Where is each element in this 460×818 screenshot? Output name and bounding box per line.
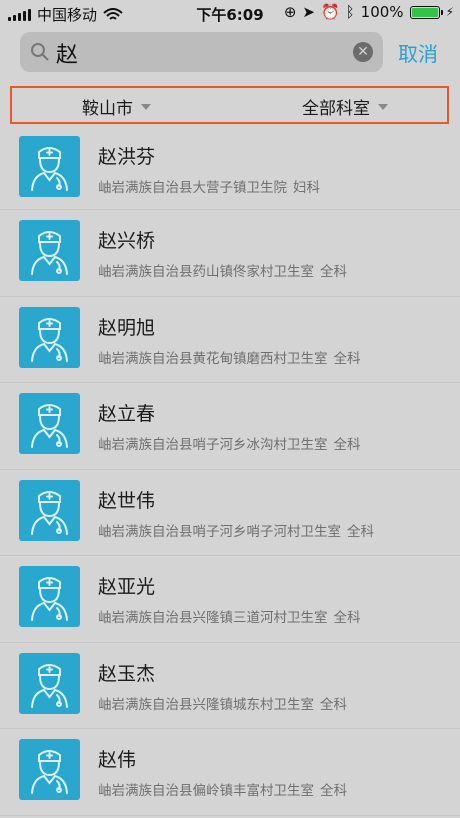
clear-icon[interactable]: ✕ — [353, 42, 373, 62]
doctor-row[interactable]: 赵兴桥 岫岩满族自治县药山镇佟家村卫生室 全科 — [0, 210, 460, 297]
doctor-info: 岫岩满族自治县哨子河乡哨子河村卫生室 全科 — [98, 520, 374, 540]
doctor-info: 岫岩满族自治县黄花甸镇磨西村卫生室 全科 — [98, 347, 361, 367]
doctor-icon — [31, 663, 68, 708]
doctor-avatar — [19, 566, 80, 627]
battery-fill — [411, 7, 438, 17]
doctor-name: 赵世伟 — [98, 489, 156, 512]
doctor-hospital: 岫岩满族自治县大营子镇卫生院 — [98, 180, 287, 196]
bluetooth-icon: ᛒ — [345, 3, 355, 21]
doctor-avatar — [19, 393, 80, 454]
doctor-avatar — [19, 652, 80, 714]
doctor-row[interactable]: 赵洪芬 岫岩满族自治县大营子镇卫生院 妇科 — [0, 126, 460, 210]
doctor-row[interactable]: 赵明旭 岫岩满族自治县黄花甸镇磨西村卫生室 全科 — [0, 297, 460, 383]
department-filter[interactable]: 全部科室 — [302, 94, 388, 119]
doctor-department: 全科 — [320, 264, 347, 280]
doctor-name: 赵亚光 — [98, 576, 156, 598]
doctor-icon — [31, 317, 68, 362]
doctor-info: 岫岩满族自治县哨子河乡冰沟村卫生室 全科 — [98, 433, 361, 453]
doctor-hospital: 岫岩满族自治县哨子河乡哨子河村卫生室 — [98, 523, 341, 540]
doctor-name: 赵玉杰 — [98, 662, 156, 685]
doctor-row[interactable]: 赵世伟 岫岩满族自治县哨子河乡哨子河村卫生室 全科 — [0, 470, 460, 556]
alarm-icon: ⏰ — [320, 3, 340, 21]
filter-bar: 鞍山市 全部科室 — [10, 86, 449, 124]
doctor-avatar — [19, 220, 80, 281]
doctor-hospital: 岫岩满族自治县兴隆镇三道河村卫生室 — [98, 610, 328, 626]
doctor-avatar — [19, 739, 80, 800]
doctor-info: 岫岩满族自治县大营子镇卫生院 妇科 — [98, 176, 320, 196]
doctor-icon — [31, 404, 68, 448]
doctor-name: 赵立春 — [98, 403, 156, 425]
doctor-hospital: 岫岩满族自治县兴隆镇城东村卫生室 — [98, 696, 314, 713]
doctor-info: 岫岩满族自治县药山镇佟家村卫生室 全科 — [98, 260, 347, 280]
doctor-row[interactable]: 赵立春 岫岩满族自治县哨子河乡冰沟村卫生室 全科 — [0, 383, 460, 470]
doctor-icon — [31, 147, 68, 191]
doctor-department: 全科 — [320, 696, 347, 713]
search-icon — [31, 43, 49, 61]
doctor-name: 赵兴桥 — [98, 230, 156, 252]
doctor-icon — [31, 577, 68, 621]
doctor-info: 岫岩满族自治县兴隆镇三道河村卫生室 全科 — [98, 606, 361, 626]
cancel-button[interactable]: 取消 — [398, 38, 438, 67]
doctor-info: 岫岩满族自治县偏岭镇丰富村卫生室 全科 — [98, 779, 347, 799]
doctor-name: 赵明旭 — [98, 316, 156, 339]
doctor-row[interactable]: 赵亚光 岫岩满族自治县兴隆镇三道河村卫生室 全科 — [0, 556, 460, 643]
status-right: ⊕ ➤ ⏰ ᛒ 100% ⚡ — [284, 3, 454, 21]
doctor-department: 妇科 — [293, 180, 320, 196]
department-filter-label: 全部科室 — [302, 99, 370, 119]
doctor-info: 岫岩满族自治县兴隆镇城东村卫生室 全科 — [98, 693, 347, 713]
doctor-avatar — [19, 479, 80, 541]
doctor-hospital: 岫岩满族自治县黄花甸镇磨西村卫生室 — [98, 350, 328, 367]
doctor-icon — [31, 231, 68, 275]
city-filter[interactable]: 鞍山市 — [82, 94, 151, 119]
charging-icon: ⚡ — [445, 5, 454, 19]
doctor-hospital: 岫岩满族自治县药山镇佟家村卫生室 — [98, 264, 314, 280]
city-filter-label: 鞍山市 — [82, 99, 133, 119]
doctor-icon — [31, 490, 68, 535]
orientation-lock-icon: ⊕ — [283, 3, 297, 21]
status-bar: 中国移动 下午6:09 ⊕ ➤ ⏰ ᛒ 100% ⚡ — [0, 0, 460, 26]
caret-down-icon — [141, 103, 151, 110]
location-icon: ➤ — [302, 3, 315, 21]
doctor-row[interactable]: 赵伟 岫岩满族自治县偏岭镇丰富村卫生室 全科 — [0, 729, 460, 816]
doctor-department: 全科 — [333, 437, 361, 453]
doctor-row[interactable]: 赵玉杰 岫岩满族自治县兴隆镇城东村卫生室 全科 — [0, 643, 460, 729]
doctor-department: 全科 — [347, 523, 374, 540]
doctor-icon — [31, 750, 68, 794]
doctor-department: 全科 — [320, 783, 347, 799]
doctor-list: 赵洪芬 岫岩满族自治县大营子镇卫生院 妇科 赵兴桥 岫岩满族自治县药山镇佟家村卫生… — [0, 126, 460, 816]
doctor-hospital: 岫岩满族自治县哨子河乡冰沟村卫生室 — [98, 437, 328, 453]
doctor-department: 全科 — [333, 610, 361, 626]
battery-icon — [409, 5, 443, 19]
doctor-avatar — [19, 306, 80, 368]
battery-percent: 100% — [360, 3, 404, 21]
doctor-avatar — [19, 136, 80, 197]
caret-down-icon — [378, 103, 388, 110]
doctor-name: 赵洪芬 — [98, 146, 156, 168]
doctor-hospital: 岫岩满族自治县偏岭镇丰富村卫生室 — [98, 783, 314, 799]
doctor-name: 赵伟 — [98, 749, 137, 771]
search-input[interactable]: 赵 — [56, 37, 78, 69]
doctor-department: 全科 — [333, 350, 361, 367]
search-field[interactable]: 赵 ✕ — [20, 32, 383, 72]
